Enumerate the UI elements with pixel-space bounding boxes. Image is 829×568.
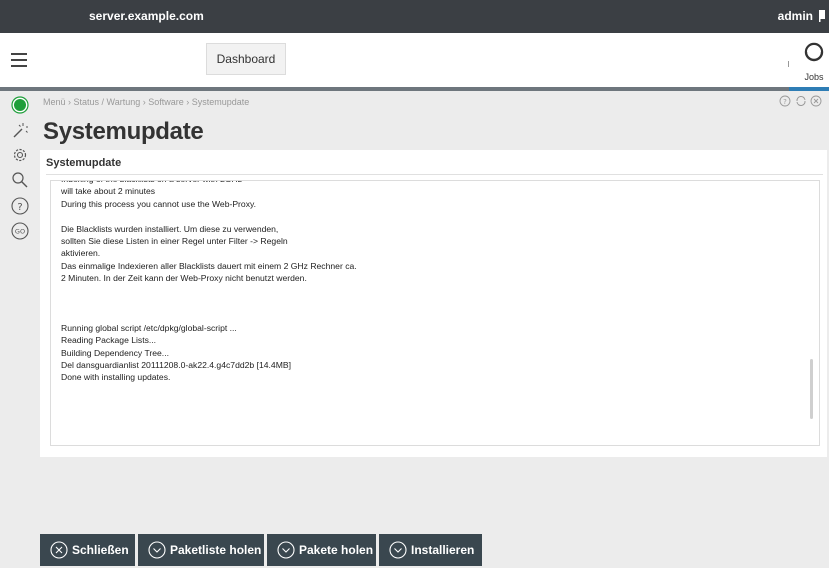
- log-line: Die Blacklists wurden installiert. Um di…: [61, 223, 279, 234]
- jobs-icon: [804, 42, 824, 62]
- gear-icon[interactable]: [11, 146, 29, 164]
- install-button[interactable]: Installieren: [379, 534, 482, 566]
- get-package-list-label: Paketliste holen: [170, 543, 262, 557]
- log-line: aktivieren.: [61, 248, 101, 259]
- svg-text:?: ?: [17, 202, 22, 213]
- log-line: Das einmalige Indexieren aller Blacklist…: [61, 260, 357, 271]
- go-icon[interactable]: GO: [11, 222, 29, 240]
- close-icon[interactable]: [810, 95, 822, 107]
- top-bar: server.example.com admin: [0, 0, 829, 33]
- menu-icon[interactable]: [11, 53, 27, 67]
- header-bar: Dashboard Jobs: [0, 33, 829, 87]
- close-circle-icon: [50, 541, 68, 559]
- help-icon[interactable]: ?: [11, 197, 29, 215]
- panel-divider: [46, 174, 823, 175]
- jobs-button[interactable]: Jobs: [799, 42, 829, 82]
- log-line: will take about 2 minutes: [61, 186, 156, 197]
- log-line: Building Dependency Tree...: [61, 347, 169, 358]
- log-line: 2 Minuten. In der Zeit kann der Web-Prox…: [61, 273, 307, 284]
- log-line: sollten Sie diese Listen in einer Regel …: [61, 236, 288, 247]
- update-log-output[interactable]: Indexing of the blacklists on a server w…: [50, 180, 820, 446]
- page-title: Systemupdate: [43, 118, 204, 145]
- server-hostname: server.example.com: [89, 9, 204, 23]
- svg-text:?: ?: [783, 98, 787, 106]
- log-scrollbar[interactable]: [810, 359, 813, 419]
- chevron-down-circle-icon: [389, 541, 407, 559]
- get-packages-label: Pakete holen: [299, 543, 374, 557]
- log-line: Del dansguardianlist 20111208.0-ak22.4.g…: [61, 360, 291, 371]
- log-text: Indexing of the blacklists on a server w…: [51, 181, 801, 384]
- help-icon[interactable]: ?: [779, 95, 791, 107]
- chevron-down-circle-icon: [148, 541, 166, 559]
- breadcrumb: Menü › Status / Wartung › Software › Sys…: [43, 97, 250, 107]
- search-icon[interactable]: [11, 171, 29, 189]
- refresh-icon[interactable]: [795, 95, 807, 107]
- systemupdate-panel: Systemupdate Indexing of the blacklists …: [40, 150, 827, 457]
- panel-title: Systemupdate: [46, 157, 122, 169]
- flag-icon[interactable]: [819, 10, 827, 22]
- left-icon-rail: ? GO: [0, 91, 40, 568]
- get-packages-button[interactable]: Pakete holen: [267, 534, 376, 566]
- svg-text:GO: GO: [15, 228, 25, 236]
- header-divider: [788, 61, 789, 67]
- log-line: During this process you cannot use the W…: [61, 198, 257, 209]
- page-tools: ?: [779, 95, 823, 109]
- get-package-list-button[interactable]: Paketliste holen: [138, 534, 264, 566]
- header-divider-bar: [0, 87, 829, 91]
- jobs-label: Jobs: [804, 72, 824, 82]
- close-button-label: Schließen: [72, 543, 129, 557]
- wizard-wand-icon[interactable]: [11, 121, 29, 139]
- chevron-down-circle-icon: [277, 541, 295, 559]
- install-label: Installieren: [411, 543, 475, 557]
- status-ok-icon[interactable]: [11, 96, 29, 114]
- log-line: Reading Package Lists...: [61, 335, 157, 346]
- log-line: Running global script /etc/dpkg/global-s…: [61, 322, 237, 333]
- tab-dashboard[interactable]: Dashboard: [206, 43, 286, 75]
- log-line: Done with installing updates.: [61, 372, 171, 383]
- user-menu[interactable]: admin: [778, 9, 813, 23]
- close-button[interactable]: Schließen: [40, 534, 135, 566]
